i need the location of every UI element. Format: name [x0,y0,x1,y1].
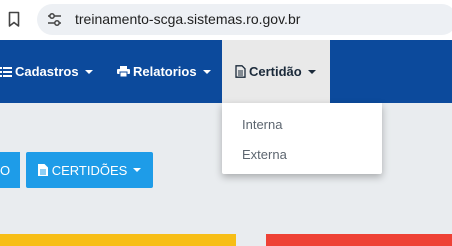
url-text: treinamento-scga.sistemas.ro.gov.br [75,11,301,27]
certidoes-button[interactable]: CERTIDÕES [26,152,153,188]
certidao-dropdown-menu: Interna Externa [222,103,382,174]
nav-relatorios-label: Relatorios [133,64,197,79]
partial-button-label: O [0,162,11,178]
menu-item-externa[interactable]: Externa [242,147,287,162]
chevron-down-icon [84,69,93,74]
bookmark-icon[interactable] [8,11,20,28]
menu-item-interna[interactable]: Interna [242,117,282,132]
print-icon [117,66,130,77]
chevron-down-icon [202,69,211,74]
yellow-panel [0,234,236,246]
list-icon [0,66,12,77]
partial-button[interactable]: O [0,152,20,188]
chevron-down-icon [133,168,142,172]
url-field[interactable]: treinamento-scga.sistemas.ro.gov.br [37,4,452,35]
nav-certidao-label: Certidão [249,64,302,79]
nav-relatorios[interactable]: Relatorios [117,40,211,103]
main-navbar: Cadastros Relatorios Certidão [0,40,452,103]
nav-cadastros-label: Cadastros [15,64,79,79]
certidoes-button-label: CERTIDÕES [51,162,128,178]
chevron-down-icon [307,69,316,74]
file-icon [37,164,48,176]
nav-cadastros[interactable]: Cadastros [0,40,93,103]
browser-address-bar: treinamento-scga.sistemas.ro.gov.br [0,0,452,40]
red-panel [266,234,452,246]
nav-certidao[interactable]: Certidão [222,40,330,103]
site-info-icon[interactable] [47,12,62,27]
file-icon [235,65,246,78]
